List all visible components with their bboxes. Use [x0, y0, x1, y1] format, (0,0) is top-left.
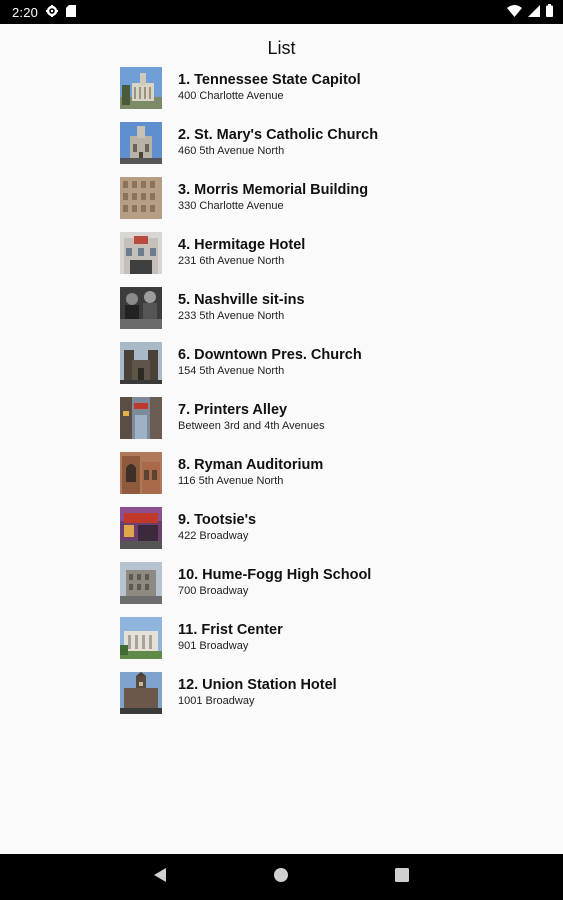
place-name: 8. Ryman Auditorium	[178, 457, 324, 473]
list-item[interactable]: 10. Hume-Fogg High School 700 Broadway	[120, 562, 500, 617]
place-address: 330 Charlotte Avenue	[178, 200, 284, 212]
list-item[interactable]: 9. Tootsie's 422 Broadway	[120, 507, 500, 562]
place-name: 3. Morris Memorial Building	[178, 182, 369, 198]
wifi-icon	[507, 4, 522, 20]
thumbnail-image	[120, 342, 162, 384]
page-title: List	[267, 38, 296, 58]
status-bar: 2:20	[0, 0, 563, 24]
place-name: 10. Hume-Fogg High School	[178, 567, 372, 583]
thumbnail-image	[120, 177, 162, 219]
place-address: 233 5th Avenue North	[178, 310, 285, 322]
list-item[interactable]: 7. Printers Alley Between 3rd and 4th Av…	[120, 397, 500, 452]
list-item[interactable]: 11. Frist Center 901 Broadway	[120, 617, 500, 672]
list-item[interactable]: 6. Downtown Pres. Church 154 5th Avenue …	[120, 342, 500, 397]
place-name: 7. Printers Alley	[178, 402, 288, 418]
thumbnail-image	[120, 672, 162, 714]
place-address: 116 5th Avenue North	[178, 475, 284, 487]
thumbnail-image	[120, 507, 162, 549]
thumbnail-image	[120, 397, 162, 439]
sd-card-icon	[66, 4, 77, 20]
home-button[interactable]	[251, 854, 311, 900]
thumbnail-image	[120, 287, 162, 329]
place-list: 1. Tennessee State Capitol 400 Charlotte…	[120, 67, 500, 727]
back-icon	[153, 867, 167, 888]
thumbnail-image	[120, 122, 162, 164]
main-content: List 1. Tennessee State Capitol 400 Char…	[0, 24, 563, 854]
place-address: 700 Broadway	[178, 585, 249, 597]
place-name: 5. Nashville sit-ins	[178, 292, 305, 308]
signal-icon	[528, 4, 540, 20]
place-name: 12. Union Station Hotel	[178, 677, 337, 693]
list-item[interactable]: 12. Union Station Hotel 1001 Broadway	[120, 672, 500, 727]
place-address: 231 6th Avenue North	[178, 255, 285, 267]
thumbnail-image	[120, 232, 162, 274]
list-item[interactable]: 3. Morris Memorial Building 330 Charlott…	[120, 177, 500, 232]
place-address: Between 3rd and 4th Avenues	[178, 420, 325, 432]
place-name: 9. Tootsie's	[178, 512, 257, 528]
list-item[interactable]: 1. Tennessee State Capitol 400 Charlotte…	[120, 67, 500, 122]
thumbnail-image	[120, 562, 162, 604]
place-name: 4. Hermitage Hotel	[178, 237, 306, 253]
list-item[interactable]: 2. St. Mary's Catholic Church 460 5th Av…	[120, 122, 500, 177]
recents-icon	[395, 867, 409, 887]
place-name: 6. Downtown Pres. Church	[178, 347, 362, 363]
status-time: 2:20	[12, 4, 39, 20]
list-item[interactable]: 4. Hermitage Hotel 231 6th Avenue North	[120, 232, 500, 287]
list-item[interactable]: 8. Ryman Auditorium 116 5th Avenue North	[120, 452, 500, 507]
place-name: 1. Tennessee State Capitol	[178, 72, 361, 88]
recents-button[interactable]	[372, 854, 432, 900]
back-button[interactable]	[130, 854, 190, 900]
thumbnail-image	[120, 452, 162, 494]
place-name: 2. St. Mary's Catholic Church	[178, 127, 379, 143]
thumbnail-image	[120, 67, 162, 109]
place-name: 11. Frist Center	[178, 622, 283, 638]
place-address: 422 Broadway	[178, 530, 249, 542]
place-address: 154 5th Avenue North	[178, 365, 285, 377]
gear-icon	[46, 4, 59, 20]
battery-icon	[546, 4, 553, 20]
home-icon	[273, 867, 289, 888]
thumbnail-image	[120, 617, 162, 659]
place-address: 901 Broadway	[178, 640, 249, 652]
list-item[interactable]: 5. Nashville sit-ins 233 5th Avenue Nort…	[120, 287, 500, 342]
navigation-bar	[0, 854, 563, 900]
place-address: 400 Charlotte Avenue	[178, 90, 284, 102]
place-address: 460 5th Avenue North	[178, 145, 285, 157]
place-address: 1001 Broadway	[178, 695, 255, 707]
